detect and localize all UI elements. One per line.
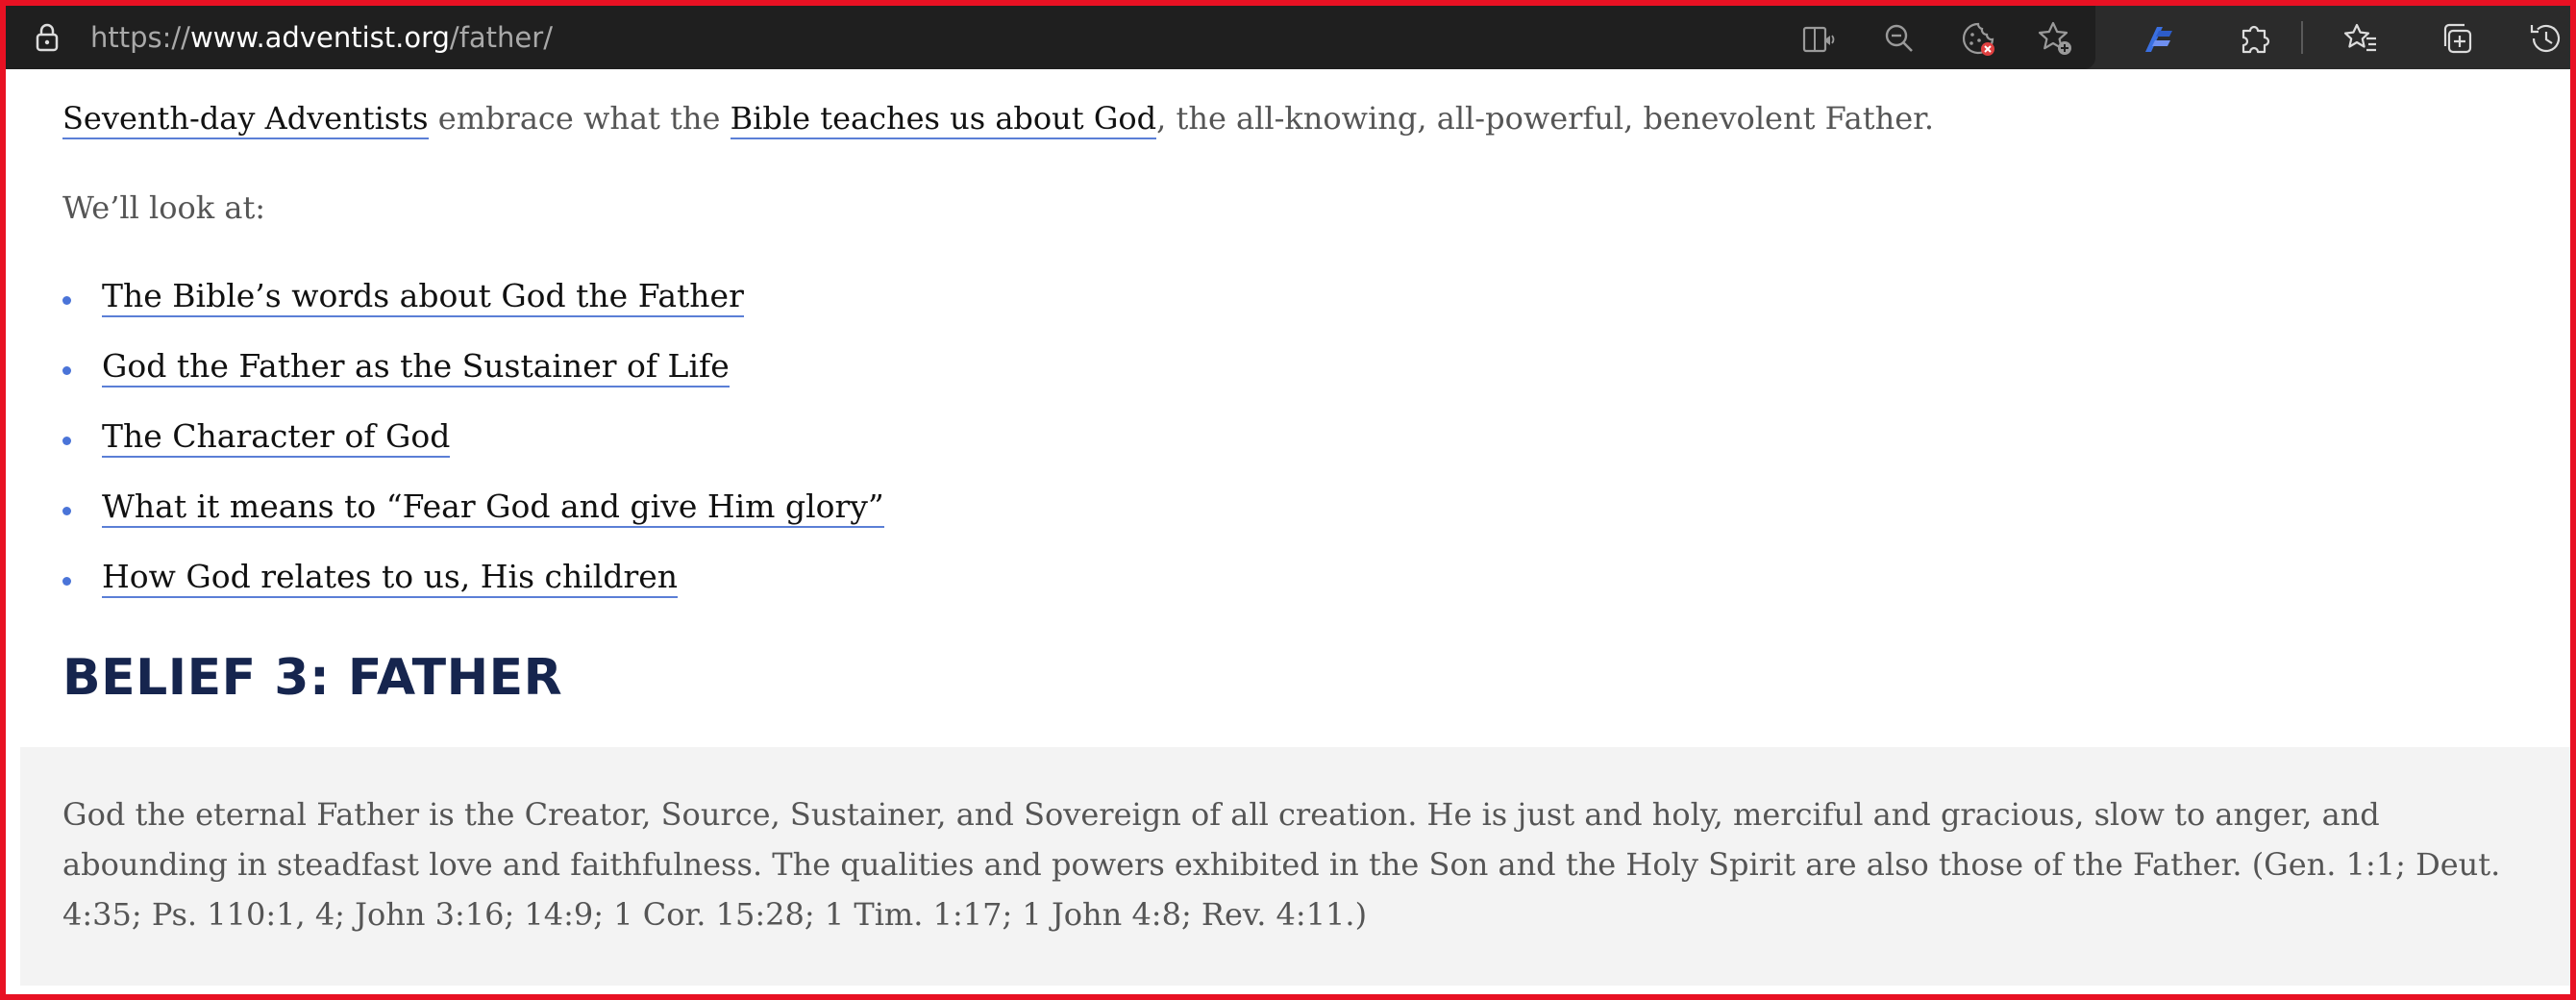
browser-window: https://www.adventist.org/father/ Sevent…	[6, 6, 2570, 994]
topic-link-fear-god[interactable]: What it means to “Fear God and give Him …	[102, 488, 884, 528]
tracking-prevention-icon[interactable]	[1959, 19, 1997, 58]
zoom-out-icon[interactable]	[1880, 19, 1919, 58]
intro-text-2: , the all-knowing, all-powerful, benevol…	[1156, 100, 1935, 137]
list-bullet	[62, 366, 71, 375]
history-icon[interactable]	[2526, 19, 2564, 58]
extensions-icon[interactable]	[2236, 19, 2274, 58]
url-host: www.adventist.org	[189, 21, 450, 54]
url-path: /father/	[449, 21, 553, 54]
url-prefix: https://	[90, 21, 190, 54]
copilot-icon[interactable]	[2138, 19, 2176, 58]
topic-link-character-of-god[interactable]: The Character of God	[102, 417, 451, 458]
address-bar[interactable]: https://www.adventist.org/father/	[6, 6, 2095, 69]
browser-toolbar: https://www.adventist.org/father/	[6, 6, 2570, 69]
topic-link-bibles-words[interactable]: The Bible’s words about God the Father	[102, 277, 744, 317]
topic-link-god-relates-to-us[interactable]: How God relates to us, His children	[102, 558, 679, 598]
belief-statement-box: God the eternal Father is the Creator, S…	[20, 747, 2570, 986]
list-bullet	[62, 437, 71, 445]
link-bible-teaches-about-god[interactable]: Bible teaches us about God	[730, 100, 1157, 139]
intro-text-1: embrace what the	[428, 100, 731, 137]
url-text[interactable]: https://www.adventist.org/father/	[90, 6, 553, 69]
list-bullet	[62, 577, 71, 586]
add-favorite-icon[interactable]	[2036, 19, 2074, 58]
list-bullet	[62, 296, 71, 305]
intro-paragraph: Seventh-day Adventists embrace what the …	[62, 100, 1935, 139]
immersive-reader-icon[interactable]	[1799, 19, 1838, 58]
collections-icon[interactable]	[2438, 19, 2476, 58]
look-at-label: We’ll look at:	[62, 189, 266, 226]
link-seventh-day-adventists[interactable]: Seventh-day Adventists	[62, 100, 429, 139]
topic-link-sustainer-of-life[interactable]: God the Father as the Sustainer of Life	[102, 347, 730, 388]
lock-icon[interactable]	[31, 21, 63, 54]
list-bullet	[62, 507, 71, 515]
belief-heading: BELIEF 3: FATHER	[62, 649, 563, 707]
belief-statement-text: God the eternal Father is the Creator, S…	[62, 796, 2501, 933]
favorites-icon[interactable]	[2341, 19, 2380, 58]
toolbar-separator	[2301, 21, 2303, 54]
